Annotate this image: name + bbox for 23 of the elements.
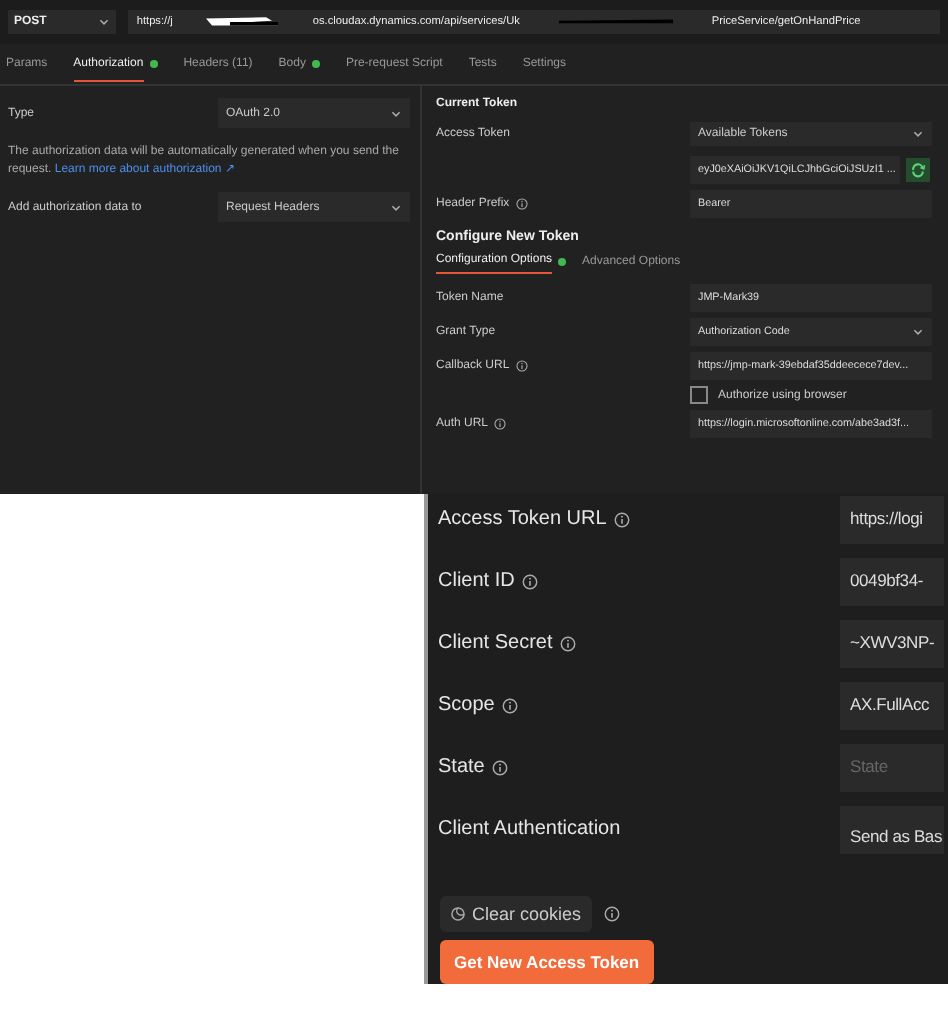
clear-cookies-button[interactable]: Clear cookies: [440, 896, 592, 932]
info-icon: [515, 198, 528, 210]
sync-icon: [910, 162, 926, 178]
input-field[interactable]: AX.FullAcc: [840, 682, 944, 730]
input-field[interactable]: 0049bf34-: [840, 558, 944, 606]
cookie-icon: [450, 906, 466, 922]
chevron-down-icon: [390, 107, 402, 119]
input-field[interactable]: https://logi: [840, 496, 944, 544]
sync-button[interactable]: [906, 158, 930, 182]
field-label: Client Secret: [438, 632, 553, 654]
chevron-down-icon: [912, 128, 924, 140]
info-icon: [603, 906, 620, 922]
chevron-down-icon: [912, 326, 924, 338]
field-label: Client ID: [438, 570, 515, 592]
field-label: Client Authentication: [438, 818, 621, 840]
chevron-down-icon: [390, 201, 402, 213]
input-field[interactable]: ~XWV3NP-: [840, 620, 944, 668]
field-label: Access Token URL: [438, 508, 607, 530]
field-label: Scope: [438, 694, 495, 716]
checkbox[interactable]: [690, 386, 708, 404]
field-label: State: [438, 756, 485, 778]
chevron-down-icon: [98, 16, 111, 28]
dropdown[interactable]: Send as Bas: [840, 806, 944, 854]
